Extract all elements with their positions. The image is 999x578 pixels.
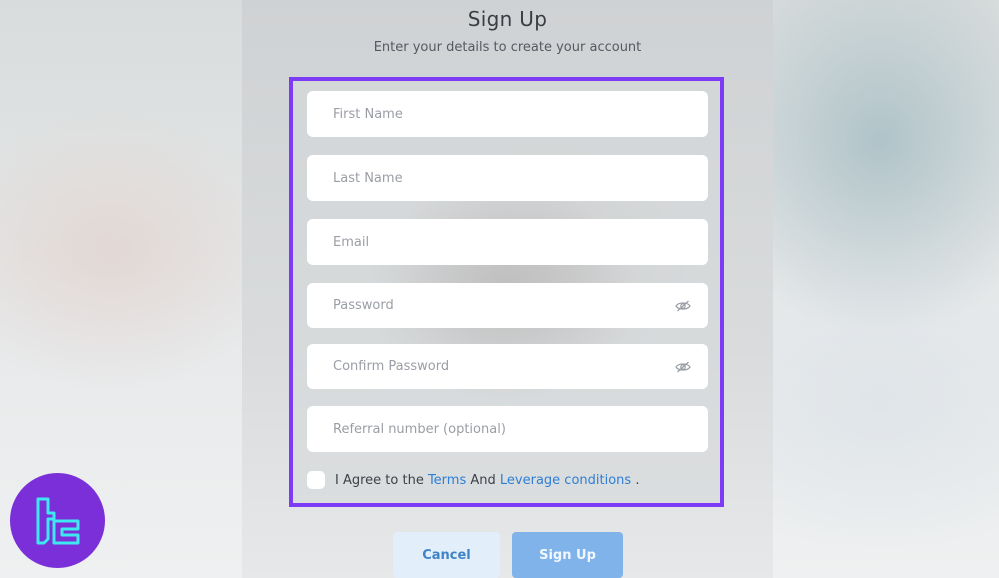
agree-text-middle: And — [466, 472, 500, 488]
tc-logo-icon — [10, 473, 105, 568]
agree-text-prefix: I Agree to the — [335, 472, 428, 488]
page-title: Sign Up — [467, 7, 548, 31]
last-name-placeholder: Last Name — [333, 170, 403, 186]
agree-checkbox[interactable] — [307, 471, 325, 489]
leverage-conditions-link[interactable]: Leverage conditions — [500, 473, 631, 488]
email-placeholder: Email — [333, 234, 370, 250]
agree-text-suffix: . — [631, 472, 640, 488]
confirm-password-field[interactable]: Confirm Password — [307, 344, 708, 389]
first-name-placeholder: First Name — [333, 106, 403, 122]
agree-row: I Agree to the Terms And Leverage condit… — [307, 470, 708, 490]
email-field[interactable]: Email — [307, 219, 708, 265]
sign-up-button[interactable]: Sign Up — [512, 532, 623, 578]
eye-slash-icon[interactable] — [674, 300, 692, 312]
eye-slash-icon[interactable] — [674, 361, 692, 373]
referral-placeholder: Referral number (optional) — [333, 421, 506, 437]
password-field[interactable]: Password — [307, 283, 708, 328]
terms-link[interactable]: Terms — [428, 473, 466, 488]
last-name-field[interactable]: Last Name — [307, 155, 708, 201]
referral-number-field[interactable]: Referral number (optional) — [307, 406, 708, 452]
confirm-password-placeholder: Confirm Password — [333, 359, 450, 374]
cancel-button[interactable]: Cancel — [393, 532, 500, 578]
password-placeholder: Password — [333, 298, 394, 313]
page-subtitle: Enter your details to create your accoun… — [373, 40, 642, 55]
first-name-field[interactable]: First Name — [307, 91, 708, 137]
